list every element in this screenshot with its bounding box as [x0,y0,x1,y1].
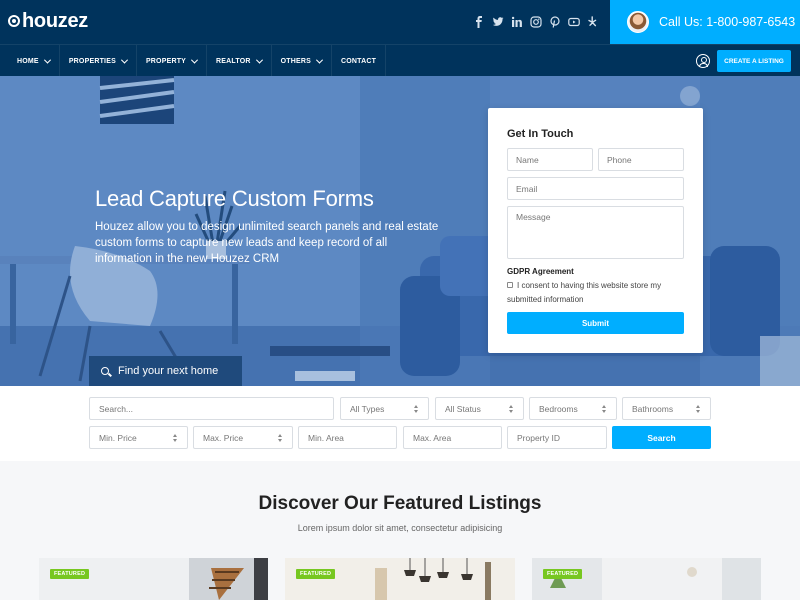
youtube-icon[interactable] [567,14,580,29]
select-arrows-icon [602,405,607,413]
search-panel: Search... All Types All Status Bedrooms … [0,386,800,461]
gdpr-title: GDPR Agreement [507,267,574,276]
min-area-placeholder: Min. Area [308,432,344,443]
logo-text: houzez [22,10,88,32]
listing-photo [532,558,761,600]
nav-item-properties[interactable]: PROPERTIES [60,45,137,77]
nav-item-contact[interactable]: CONTACT [332,45,387,77]
select-arrows-icon [173,434,178,442]
site-logo[interactable]: houzez [8,10,88,32]
select-arrows-icon [696,405,701,413]
bedrooms-select[interactable]: Bedrooms [529,397,617,420]
call-us-text: Call Us: 1-800-987-6543 [659,15,796,29]
hero-subtitle: Houzez allow you to design unlimited sea… [95,221,439,265]
listing-card[interactable]: FEATURED [532,558,761,600]
min-price-label: Min. Price [99,432,137,443]
email-placeholder: Email [516,183,538,194]
nav-item-label: PROPERTY [145,57,187,65]
chevron-down-icon [255,56,263,64]
search-icon [101,367,109,375]
nav-item-label: PROPERTIES [68,57,116,65]
hero-title: Lead Capture Custom Forms [95,186,374,211]
max-price-select[interactable]: Max. Price [193,426,293,449]
agent-avatar [627,11,649,33]
top-bar: houzez Call Us: 1-800-987-6543 [0,0,800,44]
featured-badge: FEATURED [543,569,583,579]
chevron-down-icon [120,56,128,64]
listing-photo [39,558,268,600]
min-area-input[interactable]: Min. Area [298,426,397,449]
nav-item-label: HOME [17,57,39,65]
user-account-icon[interactable] [696,54,710,68]
types-select[interactable]: All Types [340,397,429,420]
find-home-label: Find your next home [118,365,219,377]
nav-item-label: REALTOR [216,57,251,65]
nav-item-others[interactable]: OTHERS [272,45,333,77]
phone-placeholder: Phone [607,154,632,165]
submit-button[interactable]: Submit [507,312,684,334]
linkedin-icon[interactable] [510,14,523,29]
nav-item-realtor[interactable]: REALTOR [207,45,272,77]
listing-photo [285,558,515,600]
contact-form-card: Get In Touch Name Phone Email Message GD… [488,108,703,353]
chevron-down-icon [315,56,324,64]
phone-field[interactable]: Phone [598,148,684,171]
social-links [472,14,599,29]
call-us-box[interactable]: Call Us: 1-800-987-6543 [610,0,800,44]
property-id-input[interactable]: Property ID [507,426,607,449]
message-field[interactable]: Message [507,206,684,259]
select-arrows-icon [278,434,283,442]
name-placeholder: Name [516,154,539,165]
nav-item-property[interactable]: PROPERTY [137,45,208,77]
max-price-label: Max. Price [203,432,244,443]
chevron-down-icon [43,56,51,64]
twitter-icon[interactable] [491,14,504,29]
yelp-icon[interactable] [586,14,599,29]
instagram-icon[interactable] [529,14,542,29]
featured-badge: FEATURED [50,569,90,579]
types-label: All Types [350,403,385,414]
main-navigation: HOME PROPERTIES PROPERTY REALTOR OTHERS CONTA… [0,44,800,77]
search-button[interactable]: Search [612,426,711,449]
select-arrows-icon [414,405,419,413]
nav-item-home[interactable]: HOME [8,45,60,77]
keyword-placeholder: Search... [99,403,134,414]
max-area-placeholder: Max. Area [413,432,452,443]
pinterest-icon[interactable] [548,14,561,29]
featured-badge: FEATURED [296,569,336,579]
featured-subtitle: Lorem ipsum dolor sit amet, consectetur … [297,523,503,533]
select-arrows-icon [509,405,514,413]
create-listing-button[interactable]: CREATE A LISTING [717,50,791,72]
logo-mark-icon [8,15,20,27]
gdpr-consent-text: I consent to having this website store m… [507,281,662,304]
featured-title: Discover Our Featured Listings [258,493,542,514]
email-field[interactable]: Email [507,177,684,200]
min-price-select[interactable]: Min. Price [89,426,188,449]
chevron-down-icon [191,56,199,64]
keyword-search-input[interactable]: Search... [89,397,334,420]
property-id-placeholder: Property ID [517,432,560,443]
facebook-icon[interactable] [472,14,485,29]
listing-card[interactable]: FEATURED [285,558,515,600]
find-home-tab[interactable]: Find your next home [89,356,242,386]
bathrooms-label: Bathrooms [632,403,674,414]
bathrooms-select[interactable]: Bathrooms [622,397,711,420]
nav-item-label: CONTACT [341,57,377,65]
name-field[interactable]: Name [507,148,593,171]
nav-item-label: OTHERS [280,57,312,65]
contact-form-title: Get In Touch [507,128,574,140]
status-label: All Status [445,403,481,414]
status-select[interactable]: All Status [435,397,524,420]
listing-card[interactable]: FEATURED [39,558,268,600]
bedrooms-label: Bedrooms [539,403,578,414]
max-area-input[interactable]: Max. Area [403,426,502,449]
message-placeholder: Message [516,212,551,222]
